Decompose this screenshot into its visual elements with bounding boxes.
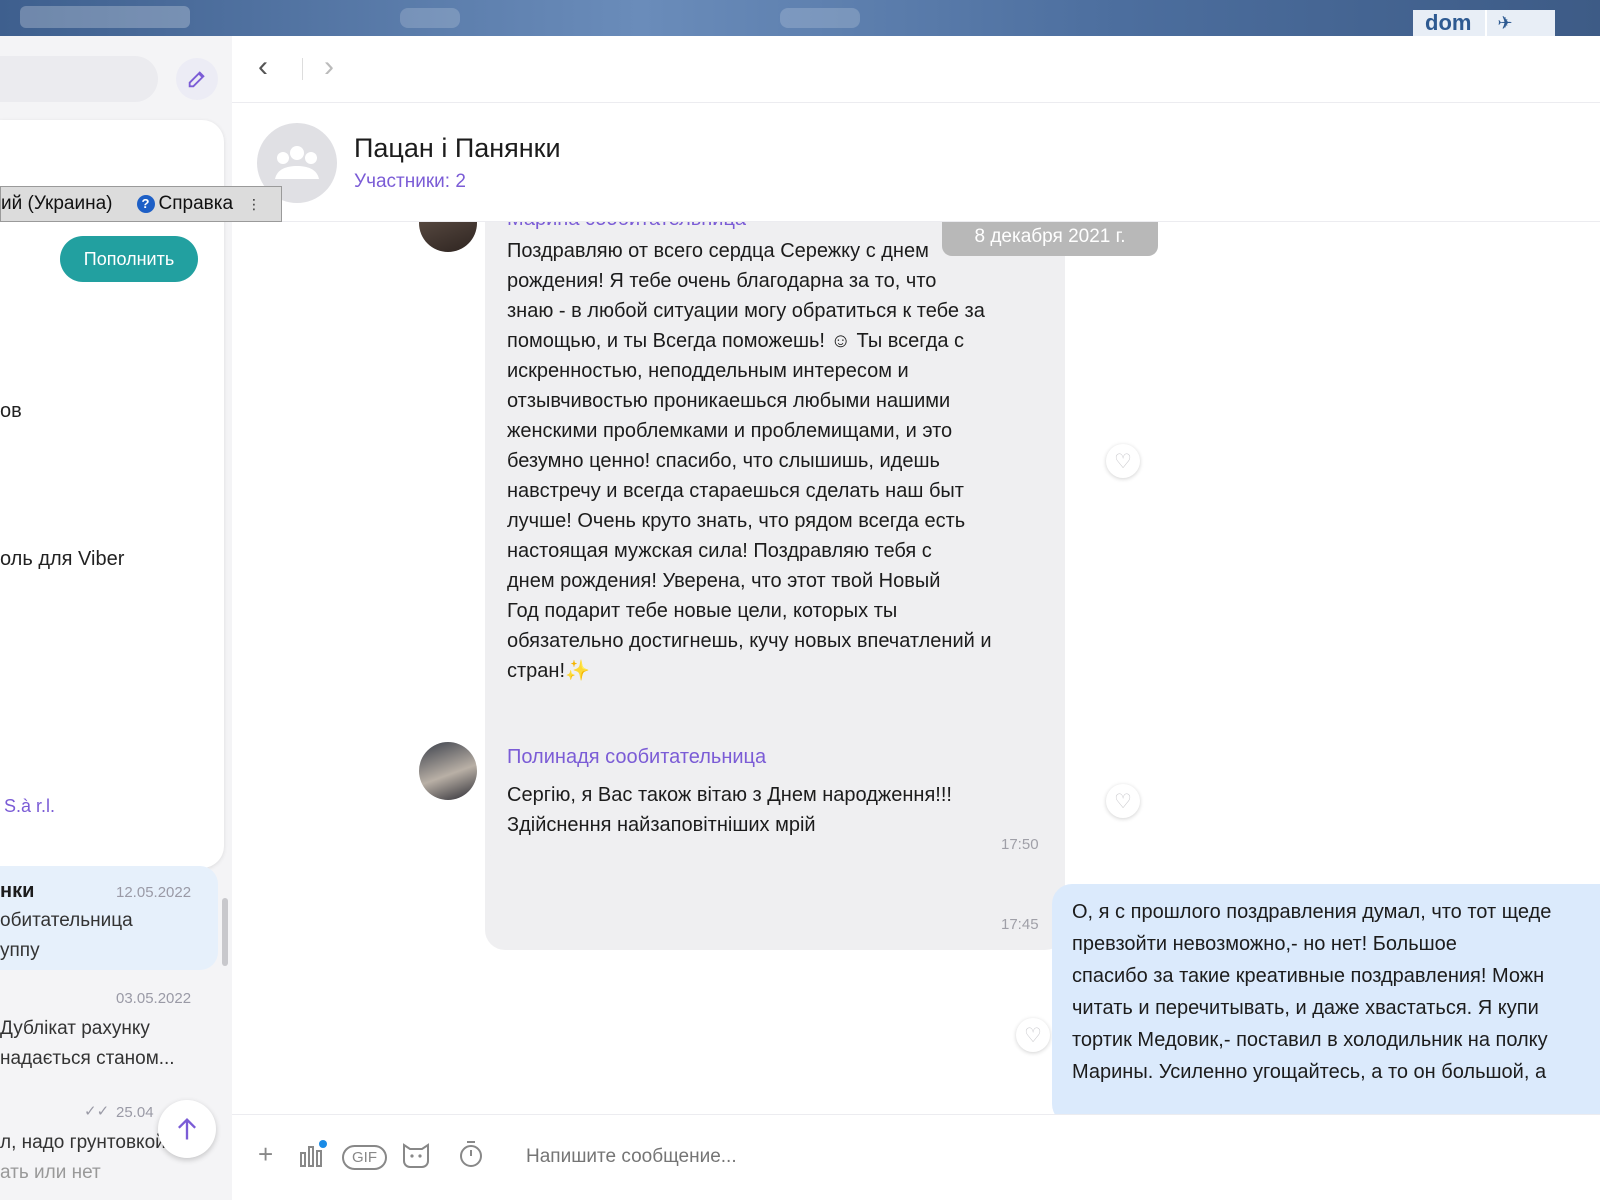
window-top-strip: dom ✈ <box>0 0 1600 36</box>
chat-list-item[interactable]: 03.05.2022 Дублікат рахунку надається ст… <box>0 976 218 1076</box>
date-separator: 8 декабря 2021 г. <box>942 222 1158 256</box>
chat-item-date: 12.05.2022 <box>116 884 192 901</box>
message-time: 17:45 <box>1001 916 1039 933</box>
message-time: 17:50 <box>1001 836 1039 853</box>
group-icon <box>275 146 319 179</box>
chat-item-date: 03.05.2022 <box>116 990 192 1007</box>
chat-item-preview: уппу <box>0 940 40 961</box>
more-panel: Пополнить ов оль для Viber S.à r.l. <box>0 120 224 868</box>
help-label[interactable]: Справка <box>159 193 234 215</box>
blurred-tab <box>400 8 460 28</box>
panel-item-viber[interactable]: оль для Viber <box>0 548 124 571</box>
logo-text: dom <box>1425 10 1472 35</box>
nav-divider <box>302 58 303 80</box>
search-input[interactable] <box>0 56 158 102</box>
message-text: О, я с прошлого поздравления думал, что … <box>1072 901 1552 1083</box>
poll-icon[interactable] <box>298 1139 328 1176</box>
message-sender: Марина сообитательница <box>507 222 746 231</box>
chat-item-preview: л, надо грунтовкой <box>0 1132 166 1153</box>
message-bubble[interactable]: Полинадя сообитательница Сергію, я Вас т… <box>485 730 1065 862</box>
heart-icon[interactable]: ♡ <box>1106 444 1140 478</box>
topup-button[interactable]: Пополнить <box>60 236 198 282</box>
dom-logo: dom ✈ <box>1413 10 1555 36</box>
panel-item-1[interactable]: ов <box>0 400 22 423</box>
navigation-bar: ‹ › <box>232 36 1600 103</box>
chat-item-preview: обитательница <box>0 910 133 931</box>
grip-icon[interactable]: ⋮ <box>247 196 261 213</box>
message-sender: Полинадя сообитательница <box>507 746 767 768</box>
heart-icon[interactable]: ♡ <box>1016 1018 1050 1052</box>
arrow-up-icon <box>178 1118 196 1140</box>
message-text: Поздравляю от всего сердца Сережку с дне… <box>507 240 992 682</box>
message-text: Сергію, я Вас також вітаю з Днем народже… <box>507 784 952 836</box>
avatar[interactable] <box>419 742 477 800</box>
avatar[interactable] <box>419 222 477 252</box>
heart-icon[interactable]: ♡ <box>1106 784 1140 818</box>
timer-icon[interactable] <box>456 1139 486 1176</box>
chat-list-item[interactable]: нки 12.05.2022 обитательница уппу <box>0 866 218 970</box>
chat-item-preview: ать или нет <box>0 1162 101 1183</box>
sticker-icon[interactable] <box>400 1139 432 1176</box>
gif-icon[interactable]: GIF <box>342 1145 387 1170</box>
blurred-tab <box>780 8 860 28</box>
sidebar-scrollbar[interactable] <box>222 898 228 966</box>
help-icon: ? <box>136 195 155 213</box>
language-bar[interactable]: ий (Украина) ? Справка ⋮ <box>0 186 282 222</box>
chat-header: Пацан і Панянки Участники: 2 <box>232 103 1600 222</box>
panel-item-company[interactable]: S.à r.l. <box>4 796 55 817</box>
message-list: 8 декабря 2021 г. Марина сообитательница… <box>232 222 1600 1114</box>
participants-count[interactable]: Участники: 2 <box>354 171 466 193</box>
chat-title[interactable]: Пацан і Панянки <box>354 133 561 164</box>
back-arrow-icon[interactable]: ‹ <box>258 50 268 84</box>
compose-icon <box>188 71 205 88</box>
scroll-up-button[interactable] <box>158 1100 216 1158</box>
plus-icon[interactable]: + <box>258 1139 273 1170</box>
message-composer: + GIF <box>232 1114 1600 1201</box>
own-message-bubble[interactable]: О, я с прошлого поздравления думал, что … <box>1052 884 1600 1114</box>
blurred-window-title <box>20 6 190 28</box>
forward-arrow-icon[interactable]: › <box>324 50 334 84</box>
compose-button[interactable] <box>176 58 218 100</box>
logo-divider <box>1485 10 1488 36</box>
plane-icon: ✈ <box>1497 12 1513 33</box>
message-input[interactable] <box>524 1145 1128 1169</box>
chat-item-preview: надається станом... <box>0 1048 175 1069</box>
read-checkmarks-icon: ✓✓ <box>84 1103 110 1120</box>
language-label[interactable]: ий (Украина) <box>1 193 113 215</box>
chat-item-date: 25.04 <box>116 1104 154 1121</box>
chat-item-preview: Дублікат рахунку <box>0 1018 150 1039</box>
chat-item-title: нки <box>0 880 35 902</box>
